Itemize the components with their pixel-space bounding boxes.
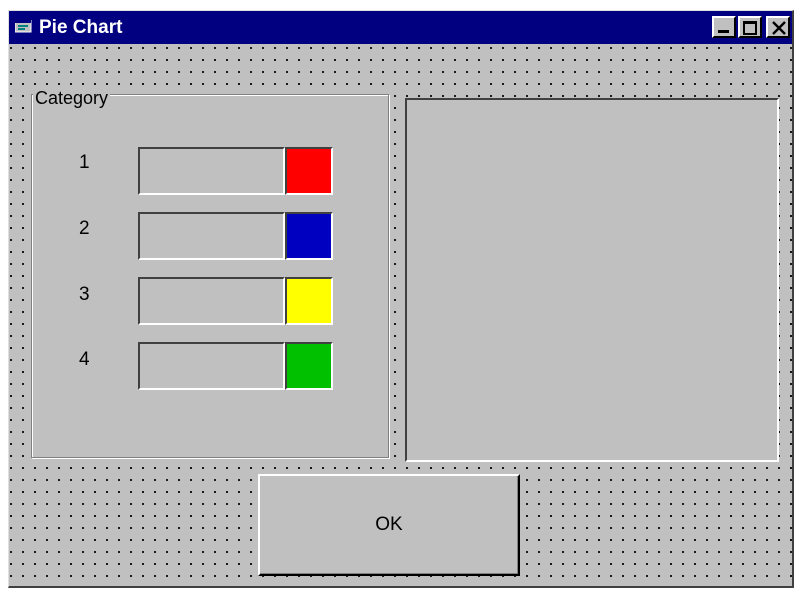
category-2-textbox[interactable] <box>138 212 285 260</box>
category-frame-label: Category <box>33 88 111 108</box>
title-bar[interactable]: Pie Chart <box>9 11 792 44</box>
close-icon <box>772 21 786 35</box>
minimize-button[interactable] <box>712 16 736 38</box>
window-title: Pie Chart <box>39 17 123 38</box>
form-client-area: Category 1 2 3 4 OK <box>9 44 792 586</box>
category-number-4: 4 <box>79 349 90 370</box>
category-4-textbox[interactable] <box>138 342 285 390</box>
category-3-color-swatch <box>285 277 333 325</box>
pie-chart-picture-box <box>405 98 779 462</box>
category-4-color-swatch <box>285 342 333 390</box>
pie-chart-window: Pie Chart Category 1 2 3 4 OK <box>8 10 794 588</box>
category-number-1: 1 <box>79 152 90 173</box>
ok-button[interactable]: OK <box>258 474 520 576</box>
close-button[interactable] <box>766 16 790 38</box>
category-2-color-swatch <box>285 212 333 260</box>
maximize-button[interactable] <box>738 16 762 38</box>
category-number-2: 2 <box>79 218 90 239</box>
category-number-3: 3 <box>79 284 90 305</box>
category-3-textbox[interactable] <box>138 277 285 325</box>
category-1-color-swatch <box>285 147 333 195</box>
form-icon <box>15 20 32 33</box>
category-1-textbox[interactable] <box>138 147 285 195</box>
